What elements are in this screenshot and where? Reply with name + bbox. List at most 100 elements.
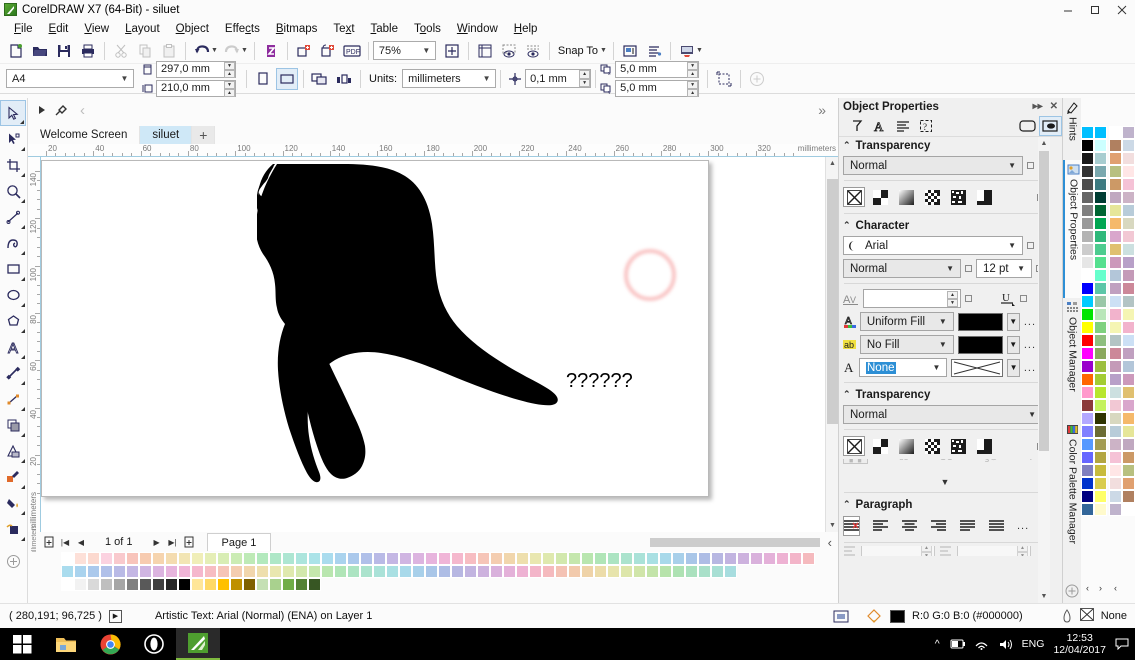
- palette-swatch[interactable]: [1122, 308, 1135, 321]
- palette-swatch[interactable]: [529, 552, 542, 565]
- palette-swatch[interactable]: [1081, 477, 1094, 490]
- palette-swatch[interactable]: [269, 565, 282, 578]
- palette-swatch[interactable]: [386, 565, 399, 578]
- palette-swatch[interactable]: [581, 565, 594, 578]
- menu-layout[interactable]: Layout: [117, 22, 168, 36]
- palette-prev-icon-2[interactable]: ‹: [1109, 583, 1122, 593]
- outline-type-combo[interactable]: No Fill ▼: [859, 335, 954, 354]
- palette-swatch[interactable]: [373, 552, 386, 565]
- palette-swatch[interactable]: [1081, 321, 1094, 334]
- palette-swatch[interactable]: [1122, 503, 1135, 516]
- zoom-tool[interactable]: [0, 178, 26, 204]
- flyout-indicator[interactable]: [21, 277, 25, 281]
- palette-swatch[interactable]: [1081, 282, 1094, 295]
- section-header-character[interactable]: ⌃ Character: [839, 217, 1051, 234]
- redo-icon[interactable]: [221, 40, 243, 62]
- palette-swatch[interactable]: [230, 552, 243, 565]
- palette-swatch[interactable]: [100, 578, 113, 591]
- scroll-up-icon[interactable]: ▲: [1038, 137, 1050, 150]
- align-force-justify-icon[interactable]: [988, 516, 1005, 536]
- palette-swatch[interactable]: [1094, 230, 1107, 243]
- palette-swatch[interactable]: [100, 552, 113, 565]
- import-icon[interactable]: [260, 40, 282, 62]
- chevron-down-icon[interactable]: ▼: [935, 340, 951, 349]
- menu-bitmaps[interactable]: Bitmaps: [268, 22, 326, 36]
- flyout-indicator[interactable]: [20, 120, 24, 124]
- collapse-left-icon[interactable]: ‹: [80, 102, 85, 119]
- palette-swatch[interactable]: [399, 565, 412, 578]
- flyout-indicator[interactable]: [21, 173, 25, 177]
- palette-swatch[interactable]: [360, 552, 373, 565]
- palette-swatch[interactable]: [1109, 256, 1122, 269]
- palette-swatch[interactable]: [1094, 204, 1107, 217]
- palette-swatch[interactable]: [191, 578, 204, 591]
- coreldraw-taskbar-icon[interactable]: [176, 628, 220, 660]
- palette-swatch[interactable]: [1122, 126, 1135, 139]
- previous-page-icon[interactable]: ◀: [73, 534, 89, 550]
- page-height-stepper[interactable]: ▼ ▲: [224, 80, 235, 97]
- pattern-transparency-icon[interactable]: [921, 187, 943, 207]
- palette-swatch[interactable]: [542, 552, 555, 565]
- palette-swatch[interactable]: [1094, 256, 1107, 269]
- palette-prev-icon[interactable]: ‹: [1081, 583, 1094, 593]
- fill-color-dropdown-icon[interactable]: ▼: [1006, 312, 1020, 331]
- palette-swatch[interactable]: [165, 552, 178, 565]
- palette-swatch[interactable]: [295, 552, 308, 565]
- page-width-input[interactable]: 297,0 mm ▼ ▲: [156, 60, 236, 78]
- expand-section-icon[interactable]: ▼: [839, 475, 1051, 489]
- add-docker-icon[interactable]: [1063, 580, 1081, 602]
- palette-swatch[interactable]: [308, 565, 321, 578]
- vertical-ruler[interactable]: 140 120 100 80 60 40 20 millimeters: [28, 157, 41, 532]
- palette-column-3[interactable]: [1109, 126, 1122, 581]
- palette-swatch[interactable]: [1109, 230, 1122, 243]
- chevron-up-icon[interactable]: ⌃: [843, 499, 851, 510]
- palette-swatch[interactable]: [1109, 438, 1122, 451]
- flyout-indicator[interactable]: [21, 251, 25, 255]
- flyout-indicator[interactable]: [21, 147, 25, 151]
- palette-swatch[interactable]: [1094, 295, 1107, 308]
- palette-swatch[interactable]: [269, 578, 282, 591]
- palette-swatch[interactable]: [1081, 139, 1094, 152]
- palette-swatch[interactable]: [1109, 425, 1122, 438]
- docker-scrollbar[interactable]: ▲ ▼: [1038, 137, 1050, 603]
- pin-icon[interactable]: [965, 295, 972, 302]
- view-guidelines-icon[interactable]: [522, 40, 544, 62]
- flyout-indicator[interactable]: [21, 199, 25, 203]
- palette-swatch[interactable]: [334, 565, 347, 578]
- kerning-input[interactable]: ▲ ▼: [863, 289, 961, 308]
- palette-swatch[interactable]: [126, 552, 139, 565]
- palette-swatch[interactable]: [1122, 477, 1135, 490]
- palette-swatch[interactable]: [1109, 464, 1122, 477]
- shape-tool[interactable]: [0, 126, 26, 152]
- rectangle-tool[interactable]: [0, 256, 26, 282]
- palette-swatch[interactable]: [1109, 399, 1122, 412]
- palette-swatch[interactable]: [1094, 152, 1107, 165]
- palette-swatch[interactable]: [633, 565, 646, 578]
- palette-swatch[interactable]: [1094, 217, 1107, 230]
- palette-swatch[interactable]: [178, 578, 191, 591]
- fountain-transparency-icon[interactable]: [895, 187, 917, 207]
- palette-swatch[interactable]: [1109, 360, 1122, 373]
- notifications-icon[interactable]: [1115, 638, 1129, 650]
- new-tab-button[interactable]: +: [192, 126, 216, 144]
- palette-swatch[interactable]: [1081, 386, 1094, 399]
- palette-swatch[interactable]: [1094, 399, 1107, 412]
- drop-shadow-tool[interactable]: [0, 412, 26, 438]
- palette-swatch[interactable]: [1094, 464, 1107, 477]
- palette-swatch[interactable]: [230, 578, 243, 591]
- palette-swatch[interactable]: [1122, 178, 1135, 191]
- menu-effects[interactable]: Effects: [217, 22, 268, 36]
- zoom-levels-icon[interactable]: [441, 40, 463, 62]
- undo-dropdown-icon[interactable]: ▼: [211, 47, 218, 54]
- palette-swatch[interactable]: [165, 565, 178, 578]
- palette-swatch[interactable]: [1122, 464, 1135, 477]
- kerning-stepper[interactable]: ▲ ▼: [947, 291, 958, 307]
- volume-icon[interactable]: [998, 638, 1013, 650]
- pin-icon[interactable]: [965, 265, 972, 272]
- fill-color-indicator[interactable]: [890, 609, 906, 623]
- canvas-vertical-scrollbar[interactable]: ▲ ▼: [825, 157, 838, 532]
- palette-swatch[interactable]: [308, 578, 321, 591]
- align-right-icon[interactable]: [930, 516, 947, 536]
- palette-swatch[interactable]: [191, 565, 204, 578]
- palette-swatch[interactable]: [217, 578, 230, 591]
